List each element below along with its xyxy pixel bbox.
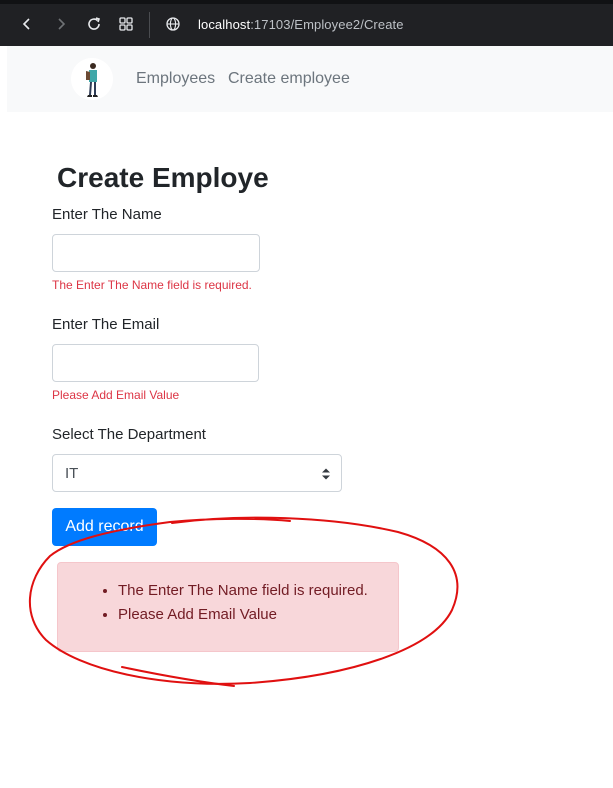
forward-arrow-icon bbox=[58, 18, 66, 30]
error-list: The Enter The Name field is required. Pl… bbox=[118, 579, 368, 627]
email-error: Please Add Email Value bbox=[52, 388, 180, 402]
site-info-button[interactable] bbox=[163, 14, 183, 34]
department-selected-value: IT bbox=[65, 465, 79, 482]
app-navbar: Employees Create employee bbox=[7, 46, 613, 112]
address-bar[interactable]: localhost:17103/Employee2/Create bbox=[198, 17, 404, 32]
brand-logo[interactable] bbox=[71, 58, 113, 100]
tab-grid-button[interactable] bbox=[116, 14, 136, 34]
department-label: Select The Department bbox=[52, 426, 206, 443]
error-list-item: The Enter The Name field is required. bbox=[118, 579, 368, 603]
email-input[interactable] bbox=[52, 344, 259, 382]
add-record-button[interactable]: Add record bbox=[52, 508, 157, 546]
toolbar-divider bbox=[149, 12, 150, 38]
person-logo-icon bbox=[71, 58, 113, 100]
page-title: Create Employe bbox=[57, 162, 269, 193]
reload-icon bbox=[88, 17, 101, 30]
select-caret-icon bbox=[322, 468, 330, 480]
grid-icon bbox=[119, 17, 133, 31]
globe-icon bbox=[166, 17, 180, 31]
department-select[interactable]: IT bbox=[52, 454, 342, 492]
tab-strip bbox=[0, 0, 613, 4]
back-arrow-icon bbox=[22, 18, 30, 30]
forward-button[interactable] bbox=[51, 14, 71, 34]
email-label: Enter The Email bbox=[52, 316, 160, 333]
browser-toolbar: localhost:17103/Employee2/Create bbox=[0, 0, 613, 46]
url-host: localhost bbox=[198, 17, 251, 32]
error-list-item: Please Add Email Value bbox=[118, 603, 368, 627]
name-input[interactable] bbox=[52, 234, 260, 272]
reload-button[interactable] bbox=[84, 14, 104, 34]
name-error: The Enter The Name field is required. bbox=[52, 278, 252, 292]
nav-link-employees[interactable]: Employees bbox=[136, 70, 215, 88]
nav-link-create-employee[interactable]: Create employee bbox=[228, 70, 350, 88]
validation-summary: The Enter The Name field is required. Pl… bbox=[57, 562, 399, 652]
back-button[interactable] bbox=[17, 14, 37, 34]
url-path: :17103/Employee2/Create bbox=[250, 17, 404, 32]
name-label: Enter The Name bbox=[52, 206, 162, 223]
